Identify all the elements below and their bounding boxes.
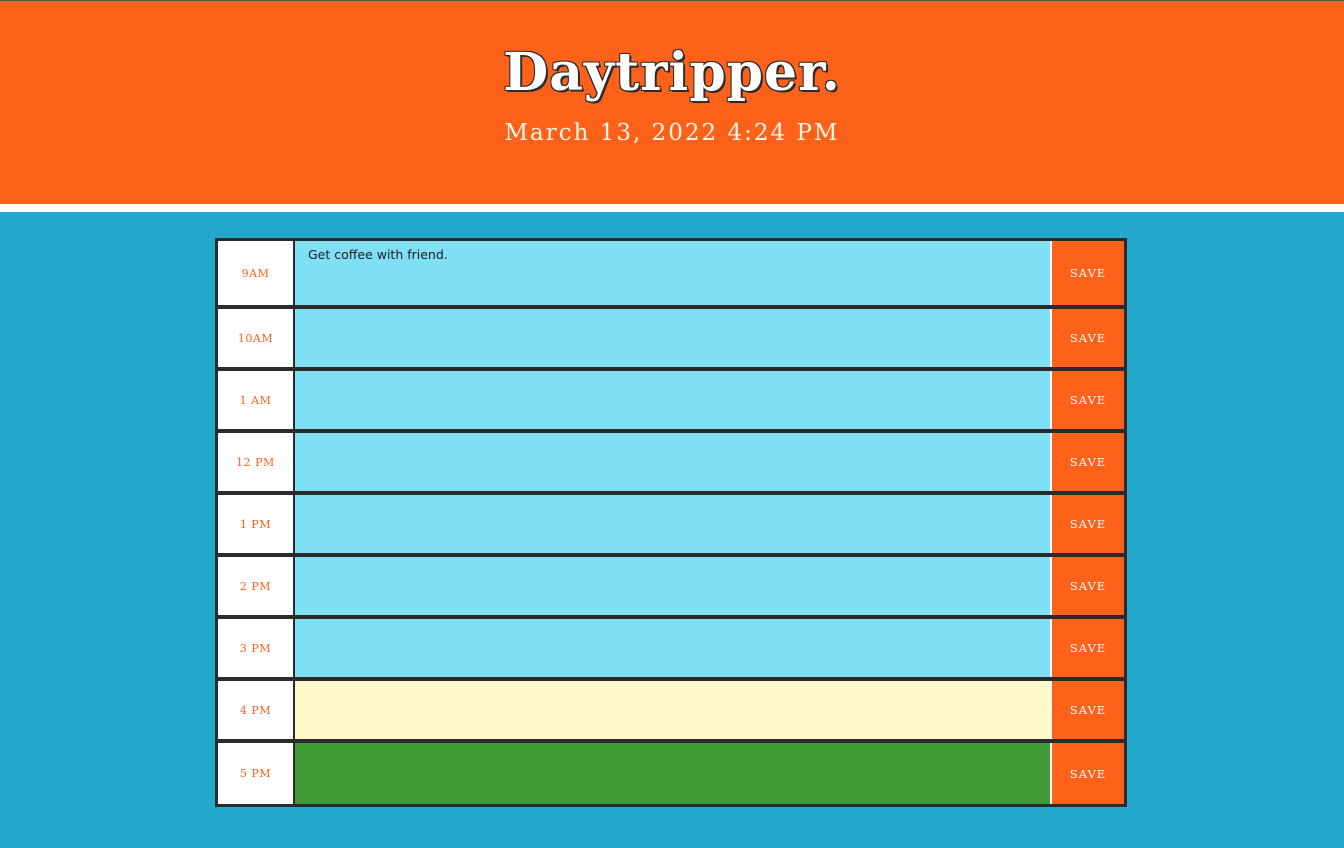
task-input[interactable] — [295, 371, 1050, 429]
task-input[interactable]: Get coffee with friend. — [295, 241, 1050, 305]
task-input[interactable] — [295, 743, 1050, 804]
hour-label: 4 PM — [218, 681, 295, 739]
current-datetime: March 13, 2022 4:24 PM — [504, 120, 840, 146]
day-planner: 9AM Get coffee with friend. SAVE 10AM SA… — [215, 238, 1127, 807]
task-input[interactable] — [295, 309, 1050, 367]
task-input[interactable] — [295, 557, 1050, 615]
hour-label: 3 PM — [218, 619, 295, 677]
time-block-row: 4 PM SAVE — [218, 681, 1124, 743]
task-input[interactable] — [295, 681, 1050, 739]
hour-label: 1 AM — [218, 371, 295, 429]
hour-label: 10AM — [218, 309, 295, 367]
save-button[interactable]: SAVE — [1050, 433, 1124, 491]
page-header: Daytripper. March 13, 2022 4:24 PM — [0, 0, 1344, 204]
save-button[interactable]: SAVE — [1050, 309, 1124, 367]
save-button[interactable]: SAVE — [1050, 241, 1124, 305]
hour-label: 9AM — [218, 241, 295, 305]
time-block-row: 1 PM SAVE — [218, 495, 1124, 557]
task-input[interactable] — [295, 433, 1050, 491]
task-input[interactable] — [295, 495, 1050, 553]
time-block-row: 3 PM SAVE — [218, 619, 1124, 681]
time-block-row: 12 PM SAVE — [218, 433, 1124, 495]
header-divider — [0, 204, 1344, 212]
save-button[interactable]: SAVE — [1050, 681, 1124, 739]
time-block-row: 2 PM SAVE — [218, 557, 1124, 619]
save-button[interactable]: SAVE — [1050, 371, 1124, 429]
time-block-row: 1 AM SAVE — [218, 371, 1124, 433]
time-block-row: 9AM Get coffee with friend. SAVE — [218, 241, 1124, 309]
task-input[interactable] — [295, 619, 1050, 677]
save-button[interactable]: SAVE — [1050, 557, 1124, 615]
hour-label: 2 PM — [218, 557, 295, 615]
hour-label: 12 PM — [218, 433, 295, 491]
save-button[interactable]: SAVE — [1050, 495, 1124, 553]
time-block-row: 5 PM SAVE — [218, 743, 1124, 804]
app-title: Daytripper. — [503, 42, 841, 103]
hour-label: 1 PM — [218, 495, 295, 553]
save-button[interactable]: SAVE — [1050, 743, 1124, 804]
save-button[interactable]: SAVE — [1050, 619, 1124, 677]
time-block-row: 10AM SAVE — [218, 309, 1124, 371]
hour-label: 5 PM — [218, 743, 295, 804]
